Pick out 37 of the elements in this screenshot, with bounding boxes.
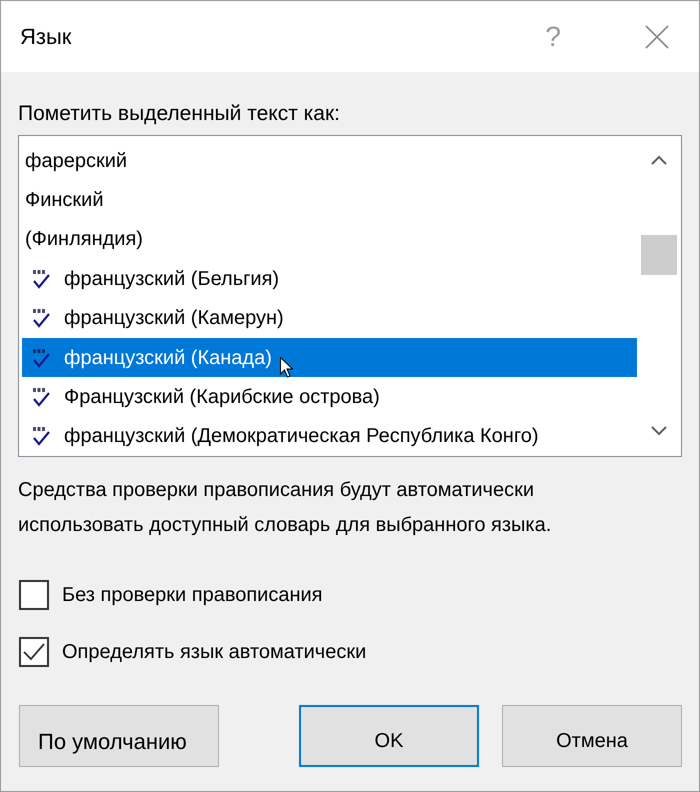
checkmark-icon xyxy=(23,643,45,661)
dialog-button[interactable]: Отмена xyxy=(502,705,682,767)
language-name: французский (Бельгия) xyxy=(64,266,280,292)
language-list-item[interactable]: французский (Демократическая Республика Конго) xyxy=(22,416,637,456)
language-list-item[interactable]: (Финляндия) xyxy=(22,220,637,260)
spellcheck-icon xyxy=(32,268,50,289)
spellcheck-icon xyxy=(32,386,50,407)
language-name: фарерский xyxy=(24,148,128,174)
checkbox[interactable] xyxy=(19,637,49,667)
language-name: Французский (Карибские острова) xyxy=(64,384,380,410)
spellcheck-icon xyxy=(32,426,50,446)
language-name: французский (Камерун) xyxy=(64,306,284,332)
language-list-item[interactable]: фарерский xyxy=(22,141,637,180)
scroll-down-icon[interactable] xyxy=(651,426,667,436)
close-icon[interactable] xyxy=(645,24,669,48)
language-name: Финский xyxy=(24,188,104,214)
dialog-button[interactable]: По умолчанию xyxy=(19,705,219,767)
scrollbar-thumb[interactable] xyxy=(641,235,677,275)
checkbox-label: Без проверки правописания xyxy=(62,583,323,608)
language-list-item[interactable]: французский (Камерун) xyxy=(22,298,637,338)
spellcheck-icon xyxy=(32,308,50,328)
language-list-item[interactable]: Финский xyxy=(22,180,637,220)
scroll-up-icon[interactable] xyxy=(651,155,667,165)
dialog-button[interactable]: OK xyxy=(299,705,479,767)
checkbox[interactable] xyxy=(19,580,49,610)
spelling-note: Средства проверки правописания будут автоматически использовать доступный словарь для выбранного языка. xyxy=(18,478,552,538)
language-list-item[interactable]: Французский (Карибские острова) xyxy=(22,377,637,417)
language-name: французский (Демократическая Республика Конго) xyxy=(64,424,538,450)
window-title: Язык xyxy=(20,23,72,51)
language-name: французский (Канада) xyxy=(64,346,272,371)
list-label: Пометить выделенный текст как: xyxy=(18,101,341,127)
language-list-item[interactable]: французский (Бельгия) xyxy=(22,259,637,298)
spellcheck-icon xyxy=(32,348,50,368)
language-list-item[interactable]: французский (Канада) xyxy=(22,338,637,378)
checkbox-label: Определять язык автоматически xyxy=(62,640,366,665)
mouse-pointer-icon xyxy=(280,356,293,378)
language-name: (Финляндия) xyxy=(24,227,143,252)
